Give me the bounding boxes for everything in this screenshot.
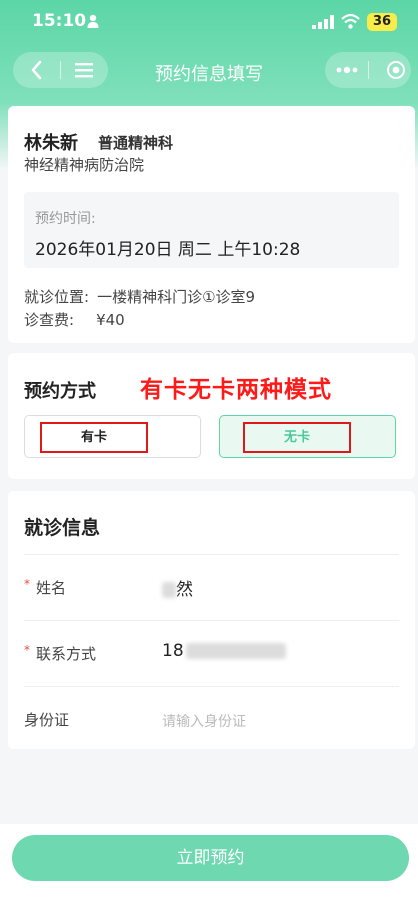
booking-method-card: 预约方式 有卡无卡两种模式 有卡 无卡 [8, 353, 415, 479]
bottom-bar: 立即预约 [0, 824, 418, 901]
more-button[interactable] [325, 52, 368, 88]
time-value: 2026年01月20日 周二 上午10:28 [35, 240, 301, 260]
option-has-card-label: 有卡 [40, 422, 148, 453]
option-no-card-label: 无卡 [243, 422, 351, 453]
annotation-text: 有卡无卡两种模式 [140, 377, 332, 403]
appointment-time-box: 预约时间: 2026年01月20日 周二 上午10:28 [24, 192, 399, 268]
fee-value: ¥40 [96, 311, 125, 329]
option-has-card[interactable]: 有卡 [24, 415, 201, 458]
appointment-card: 林朱新 普通精神科 神经精神病防治院 预约时间: 2026年01月20日 周二 … [8, 106, 415, 343]
fee-label: 诊查费: [24, 311, 75, 329]
more-dots-icon [336, 66, 358, 74]
location-value: 一楼精神科门诊①诊室9 [97, 288, 256, 306]
name-value: 然 [176, 580, 193, 600]
required-mark: * [24, 577, 30, 591]
name-label: 姓名 [36, 579, 67, 597]
redacted-blur [185, 643, 286, 659]
contact-field[interactable]: 18 [162, 641, 286, 661]
fee-line: 诊查费: ¥40 [24, 309, 125, 330]
department: 普通精神科 [98, 134, 174, 152]
contact-label: 联系方式 [36, 645, 97, 663]
target-close-icon [387, 61, 405, 79]
mini-program-capsule [325, 52, 411, 88]
person-icon [87, 14, 99, 28]
hospital-name: 神经精神病防治院 [24, 156, 145, 174]
doctor-name: 林朱新 [24, 133, 78, 154]
signal-icon [312, 15, 334, 29]
close-button[interactable] [369, 52, 411, 88]
status-time: 15:10 [32, 11, 87, 31]
id-row[interactable]: 身份证 请输入身份证 [24, 686, 399, 751]
time-label: 预约时间: [35, 211, 96, 227]
name-field[interactable]: 然 [162, 575, 193, 600]
contact-value: 18 [162, 641, 184, 661]
name-row[interactable]: * 姓名 然 [24, 554, 399, 619]
battery-indicator: 36 [367, 13, 397, 31]
booking-method-title: 预约方式 [24, 381, 96, 402]
contact-row[interactable]: * 联系方式 18 [24, 620, 399, 685]
status-bar: 15:10 36 [0, 0, 418, 44]
location-line: 就诊位置: 一楼精神科门诊①诊室9 [24, 286, 255, 307]
id-input[interactable]: 请输入身份证 [162, 711, 246, 731]
required-mark: * [24, 643, 30, 657]
submit-booking-button[interactable]: 立即预约 [12, 835, 409, 881]
visit-info-title: 就诊信息 [24, 517, 101, 539]
wifi-icon [341, 13, 360, 29]
redacted-blur [162, 582, 176, 598]
visit-info-card: 就诊信息 * 姓名 然 * 联系方式 18 身份证 请输入身份证 [8, 491, 415, 749]
location-label: 就诊位置: [24, 288, 90, 306]
option-no-card[interactable]: 无卡 [219, 415, 396, 458]
id-label: 身份证 [24, 711, 70, 729]
